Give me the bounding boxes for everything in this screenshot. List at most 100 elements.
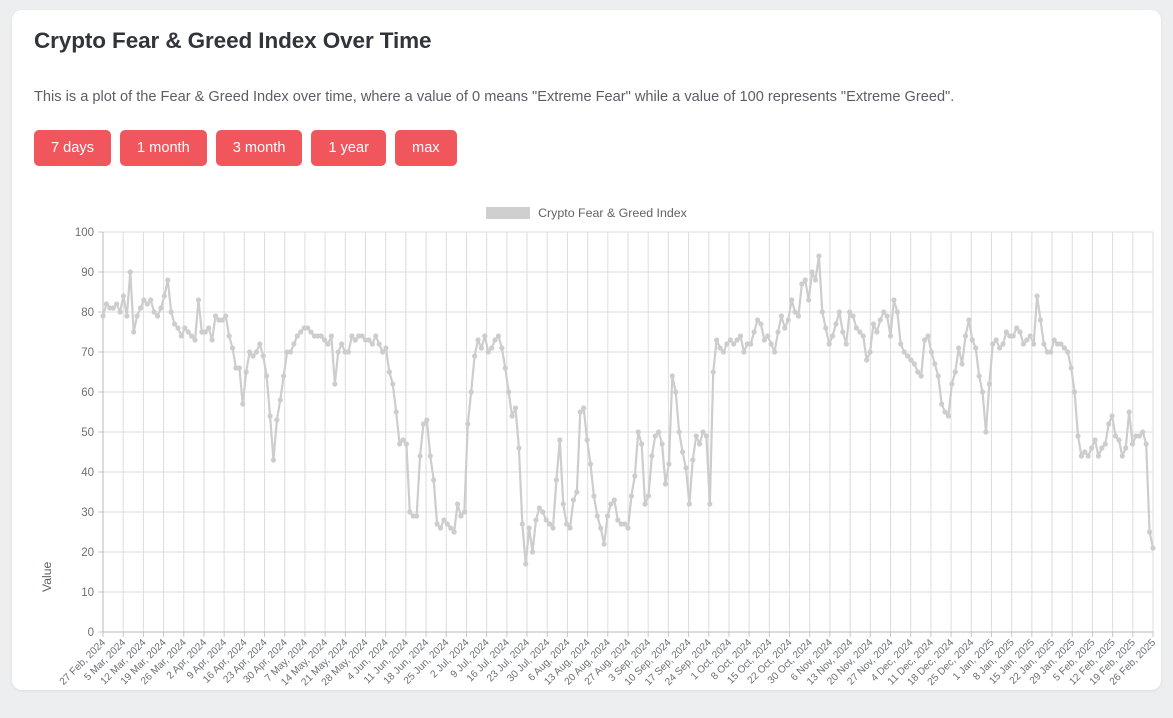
data-point[interactable] xyxy=(543,517,549,523)
data-point[interactable] xyxy=(741,349,747,355)
data-point[interactable] xyxy=(1109,413,1115,419)
data-point[interactable] xyxy=(345,349,352,355)
data-point[interactable] xyxy=(287,349,294,355)
data-point[interactable] xyxy=(124,313,130,319)
data-point[interactable] xyxy=(983,429,989,435)
data-point[interactable] xyxy=(308,329,314,335)
data-point[interactable] xyxy=(775,329,781,335)
data-point[interactable] xyxy=(782,325,788,331)
data-point[interactable] xyxy=(165,277,171,283)
data-point[interactable] xyxy=(281,373,287,379)
range-1-month[interactable]: 1 month xyxy=(120,130,207,166)
data-point[interactable] xyxy=(761,337,767,343)
data-point[interactable] xyxy=(659,441,665,447)
data-point[interactable] xyxy=(117,309,123,315)
data-point[interactable] xyxy=(758,321,764,327)
data-point[interactable] xyxy=(257,341,263,347)
data-point[interactable] xyxy=(966,317,972,323)
data-point[interactable] xyxy=(250,353,256,359)
data-point[interactable] xyxy=(570,497,577,503)
data-point[interactable] xyxy=(407,509,413,515)
data-point[interactable] xyxy=(949,381,955,387)
data-point[interactable] xyxy=(519,521,525,527)
data-point[interactable] xyxy=(171,321,178,327)
data-point[interactable] xyxy=(639,441,645,447)
data-point[interactable] xyxy=(304,325,311,331)
data-point[interactable] xyxy=(669,373,675,379)
data-point[interactable] xyxy=(891,297,897,303)
data-point[interactable] xyxy=(417,453,423,459)
data-point[interactable] xyxy=(366,337,372,343)
data-point[interactable] xyxy=(461,509,467,515)
data-point[interactable] xyxy=(349,333,355,339)
data-point[interactable] xyxy=(557,437,563,443)
data-point[interactable] xyxy=(451,529,457,535)
data-point[interactable] xyxy=(114,301,120,307)
data-point[interactable] xyxy=(642,501,648,507)
data-point[interactable] xyxy=(816,253,822,259)
data-point[interactable] xyxy=(414,513,420,519)
data-point[interactable] xyxy=(939,401,945,407)
data-point[interactable] xyxy=(1003,329,1010,335)
data-point[interactable] xyxy=(836,309,842,315)
data-point[interactable] xyxy=(625,525,631,531)
data-point[interactable] xyxy=(223,313,229,319)
data-point[interactable] xyxy=(270,457,277,463)
data-point[interactable] xyxy=(778,313,785,319)
data-point[interactable] xyxy=(100,313,106,319)
data-point[interactable] xyxy=(1065,349,1071,355)
data-point[interactable] xyxy=(1102,441,1108,447)
data-point[interactable] xyxy=(887,333,894,339)
data-point[interactable] xyxy=(1071,389,1078,395)
data-point[interactable] xyxy=(768,341,774,347)
data-point[interactable] xyxy=(707,501,713,507)
data-point[interactable] xyxy=(945,413,952,419)
data-point[interactable] xyxy=(703,433,710,439)
data-point[interactable] xyxy=(645,493,652,499)
data-point[interactable] xyxy=(710,369,716,375)
data-point[interactable] xyxy=(161,293,167,299)
data-point[interactable] xyxy=(240,401,246,407)
data-point[interactable] xyxy=(509,413,515,419)
data-point[interactable] xyxy=(925,333,931,339)
data-point[interactable] xyxy=(148,297,154,303)
data-point[interactable] xyxy=(267,413,273,419)
data-point[interactable] xyxy=(853,325,860,331)
data-point[interactable] xyxy=(489,345,495,351)
data-point[interactable] xyxy=(734,337,740,343)
data-point[interactable] xyxy=(550,525,556,531)
data-point[interactable] xyxy=(1017,329,1023,335)
data-point[interactable] xyxy=(328,333,335,339)
data-point[interactable] xyxy=(431,477,437,483)
data-point[interactable] xyxy=(696,441,703,447)
data-point[interactable] xyxy=(1106,421,1112,427)
data-point[interactable] xyxy=(959,361,965,367)
data-point[interactable] xyxy=(400,437,406,443)
data-point[interactable] xyxy=(209,337,215,343)
data-point[interactable] xyxy=(690,457,696,463)
data-point[interactable] xyxy=(666,461,672,467)
data-point[interactable] xyxy=(1058,341,1064,347)
data-point[interactable] xyxy=(976,373,982,379)
data-point[interactable] xyxy=(441,517,447,523)
data-point[interactable] xyxy=(1085,453,1091,459)
data-point[interactable] xyxy=(318,333,324,339)
data-point[interactable] xyxy=(192,337,198,343)
data-point[interactable] xyxy=(369,341,375,347)
data-point[interactable] xyxy=(465,421,471,427)
data-point[interactable] xyxy=(1099,445,1105,451)
data-point[interactable] xyxy=(403,441,410,447)
data-point[interactable] xyxy=(792,309,798,315)
data-point[interactable] xyxy=(564,521,570,527)
data-point[interactable] xyxy=(120,293,127,299)
data-point[interactable] xyxy=(700,429,706,435)
data-point[interactable] xyxy=(611,497,617,503)
data-point[interactable] xyxy=(444,521,450,527)
data-point[interactable] xyxy=(471,353,478,359)
data-point[interactable] xyxy=(131,329,137,335)
data-point[interactable] xyxy=(720,349,727,355)
data-point[interactable] xyxy=(175,325,181,331)
data-point[interactable] xyxy=(1116,437,1122,443)
data-point[interactable] xyxy=(679,449,686,455)
data-point[interactable] xyxy=(253,349,260,355)
